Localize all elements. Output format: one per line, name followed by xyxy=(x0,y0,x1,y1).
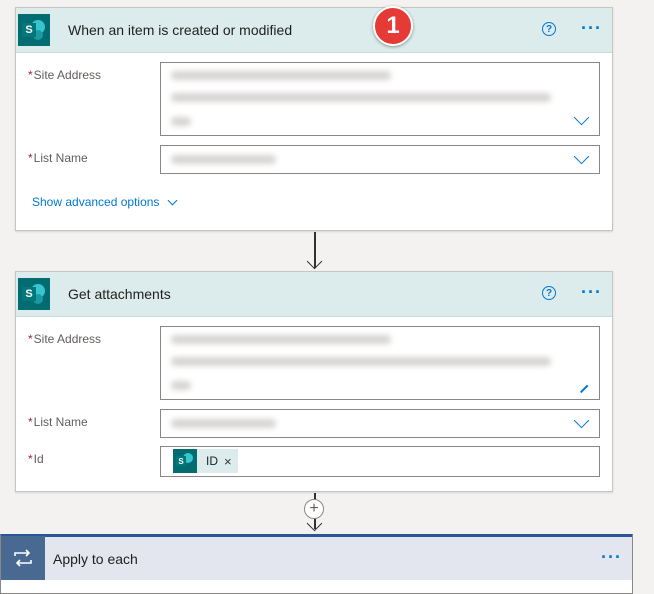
site-address-label: *Site Address xyxy=(28,332,102,346)
more-options-icon[interactable]: ··· xyxy=(581,19,602,37)
loop-icon xyxy=(1,535,45,580)
list-name-field[interactable] xyxy=(160,145,600,174)
chevron-down-icon[interactable] xyxy=(573,412,590,429)
show-advanced-options-label[interactable]: Show advanced options xyxy=(32,195,159,209)
get-attachments-title[interactable]: Get attachments xyxy=(68,286,171,302)
id-field[interactable]: S ID × xyxy=(160,446,600,477)
more-options-icon[interactable]: ··· xyxy=(601,548,622,566)
sharepoint-icon: S xyxy=(18,14,50,46)
help-icon[interactable]: ? xyxy=(542,286,556,300)
chevron-down-icon[interactable] xyxy=(167,195,178,205)
trigger-card-header[interactable]: S When an item is created or modified ? … xyxy=(16,8,612,53)
list-name-label: *List Name xyxy=(28,151,88,165)
get-attachments-card-header[interactable]: S Get attachments ? ··· xyxy=(16,272,612,317)
site-address-field[interactable] xyxy=(160,326,600,400)
remove-token-icon[interactable]: × xyxy=(224,454,232,469)
step-badge: 1 xyxy=(373,6,413,46)
sharepoint-icon: S xyxy=(173,449,197,473)
trigger-title[interactable]: When an item is created or modified xyxy=(68,22,292,38)
chevron-down-icon[interactable] xyxy=(573,148,590,165)
site-address-label: *Site Address xyxy=(28,68,102,82)
apply-to-each-header[interactable]: Apply to each ··· xyxy=(1,535,632,580)
id-label: *Id xyxy=(28,452,44,466)
connector-arrow-icon xyxy=(306,253,323,270)
more-options-icon[interactable]: ··· xyxy=(581,283,602,301)
add-step-button[interactable]: + xyxy=(304,499,324,519)
site-address-field[interactable] xyxy=(160,62,600,136)
apply-to-each-card: Apply to each ··· xyxy=(0,534,633,594)
apply-to-each-title[interactable]: Apply to each xyxy=(53,551,138,567)
id-token[interactable]: S ID × xyxy=(173,449,238,473)
show-advanced-options-link[interactable]: Show advanced options xyxy=(32,195,178,209)
help-icon[interactable]: ? xyxy=(542,22,556,36)
trigger-card: S When an item is created or modified ? … xyxy=(15,7,613,231)
get-attachments-card: S Get attachments ? ··· *Site Address *L… xyxy=(15,271,613,492)
chevron-down-icon[interactable] xyxy=(573,109,590,126)
list-name-label: *List Name xyxy=(28,415,88,429)
id-token-label: ID xyxy=(206,454,218,468)
sharepoint-icon: S xyxy=(18,278,50,310)
list-name-field[interactable] xyxy=(160,409,600,438)
resize-handle-icon[interactable] xyxy=(579,384,589,393)
